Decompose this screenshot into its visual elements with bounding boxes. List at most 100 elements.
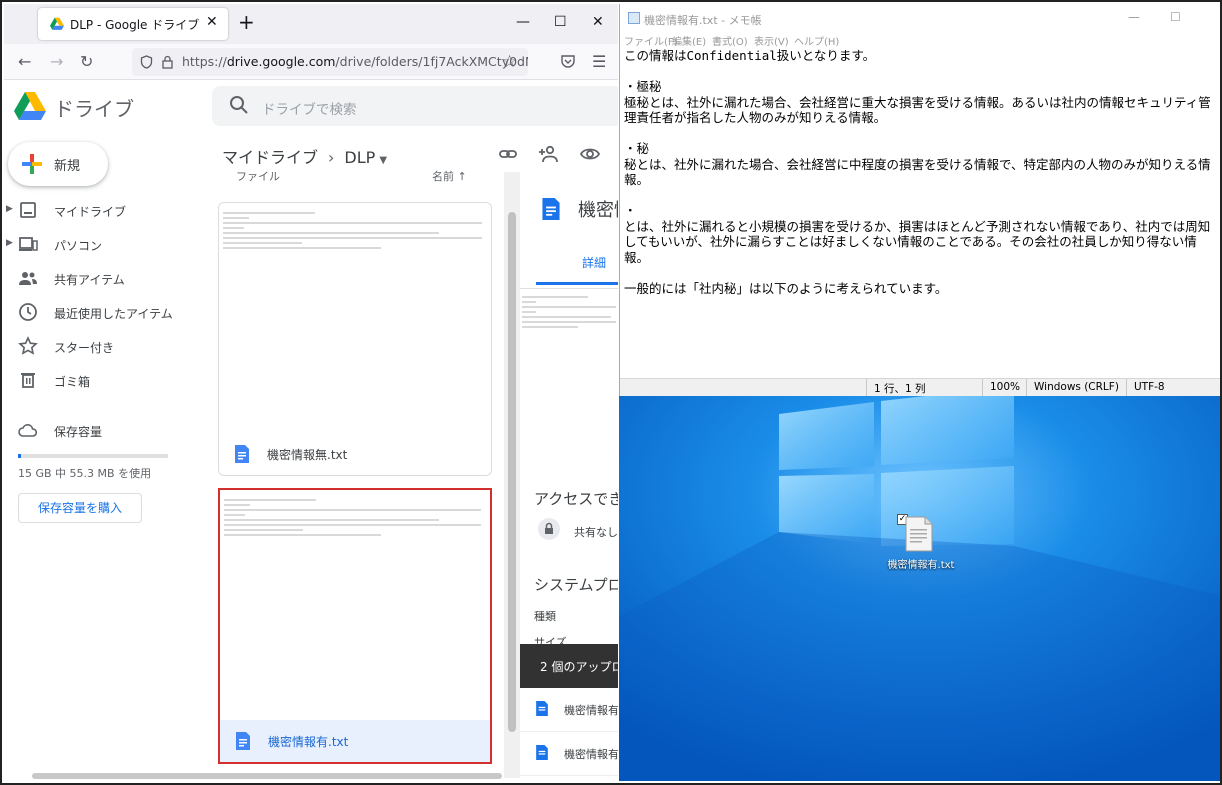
- new-tab-icon[interactable]: +: [238, 12, 255, 32]
- file-name: 機密情報有.txt: [268, 735, 349, 749]
- shared-icon: [19, 272, 37, 285]
- eye-icon[interactable]: [580, 145, 600, 163]
- status-cursor-position: 1 行、1 列: [874, 383, 926, 395]
- text-file-icon: [542, 198, 560, 220]
- tab-title: DLP - Google ドライブ: [70, 18, 200, 32]
- sidebar-item-label: 保存容量: [54, 425, 103, 439]
- reload-icon[interactable]: ↻: [80, 52, 93, 71]
- text-file-icon: [905, 516, 933, 552]
- menu-edit[interactable]: 編集(E): [672, 33, 706, 48]
- back-icon[interactable]: ←: [18, 52, 31, 71]
- sidebar-item-starred[interactable]: スター付き: [4, 330, 204, 362]
- text-file-icon: [236, 732, 250, 750]
- lock-icon[interactable]: [162, 55, 173, 69]
- sidebar-item-trash[interactable]: ゴミ箱: [4, 364, 204, 396]
- drive-app-name: ドライブ: [54, 97, 134, 121]
- file-thumbnail: [220, 490, 490, 545]
- sidebar-item-label: 最近使用したアイテム: [54, 307, 173, 321]
- upload-item[interactable]: 機密情報有: [520, 688, 618, 732]
- tab-underline: [536, 282, 618, 285]
- screen: DLP - Google ドライブ ✕ + — ☐ ✕ ← → ↻ https:…: [0, 0, 1222, 785]
- sidebar-item-recent[interactable]: 最近使用したアイテム: [4, 296, 204, 328]
- buy-storage-button[interactable]: 保存容量を購入: [18, 493, 142, 523]
- expand-arrow-icon[interactable]: ▶: [6, 238, 13, 248]
- status-encoding: UTF-8: [1134, 381, 1165, 393]
- breadcrumb: マイドライブ › DLP ▼: [222, 144, 387, 168]
- computer-icon: [19, 237, 38, 251]
- maximize-icon[interactable]: ☐: [554, 14, 567, 30]
- lock-icon: [538, 518, 560, 540]
- clock-icon: [19, 303, 37, 321]
- notepad-menu-bar: ファイル(F) 編集(E) 書式(O) 表示(V) ヘルプ(H): [620, 32, 1220, 48]
- address-bar[interactable]: https://drive.google.com/drive/folders/1…: [132, 48, 528, 76]
- minimize-icon[interactable]: —: [1128, 10, 1140, 24]
- grid-header-files: ファイル: [236, 170, 280, 183]
- file-card[interactable]: 機密情報無.txt: [218, 202, 492, 476]
- close-window-icon[interactable]: ✕: [592, 14, 604, 30]
- text-file-icon: [235, 445, 249, 463]
- type-label: 種類: [534, 610, 556, 623]
- notepad-status-bar: 1 行、1 列 100% Windows (CRLF) UTF-8: [620, 378, 1220, 396]
- link-icon[interactable]: [498, 145, 518, 163]
- pocket-icon[interactable]: [561, 55, 575, 68]
- system-properties-heading: システムプロ: [534, 576, 618, 594]
- scrollbar-thumb[interactable]: [508, 212, 516, 732]
- navigation-bar: ← → ↻ https://drive.google.com/drive/fol…: [4, 44, 618, 80]
- sidebar-item-label: スター付き: [54, 341, 115, 355]
- menu-view[interactable]: 表示(V): [754, 33, 789, 48]
- maximize-icon[interactable]: ☐: [1170, 10, 1181, 24]
- tab-close-icon[interactable]: ✕: [206, 14, 218, 30]
- grid-header-name-sort[interactable]: 名前 ↑: [432, 168, 467, 184]
- storage-quota-fill: [18, 454, 21, 458]
- breadcrumb-my-drive[interactable]: マイドライブ: [222, 148, 318, 167]
- sidebar-item-label: マイドライブ: [54, 205, 127, 219]
- new-button[interactable]: 新規: [8, 142, 108, 186]
- file-card-footer: 機密情報有.txt: [220, 720, 490, 762]
- menu-file[interactable]: ファイル(F): [624, 33, 678, 48]
- text-file-icon: [536, 701, 548, 716]
- dropdown-arrow-icon[interactable]: ▼: [379, 155, 387, 166]
- storage-quota-text: 15 GB 中 55.3 MB を使用: [18, 467, 152, 480]
- sidebar-item-storage[interactable]: 保存容量: [4, 414, 204, 446]
- url-text: https://drive.google.com/drive/folders/1…: [182, 54, 528, 69]
- menu-icon[interactable]: ☰: [592, 52, 606, 71]
- sidebar-item-computers[interactable]: ▶ パソコン: [4, 228, 204, 260]
- tab-bar: DLP - Google ドライブ ✕ + — ☐ ✕: [4, 4, 618, 44]
- forward-icon[interactable]: →: [50, 52, 63, 71]
- desktop-file-label: 機密情報有.txt: [887, 560, 955, 571]
- breadcrumb-current-folder[interactable]: DLP: [344, 148, 375, 167]
- sidebar-item-label: ゴミ箱: [54, 375, 91, 389]
- tab-details[interactable]: 詳細: [582, 254, 606, 271]
- drive-logo-icon: [14, 92, 46, 120]
- minimize-icon[interactable]: —: [516, 14, 530, 30]
- add-person-icon[interactable]: [538, 145, 558, 163]
- sidebar-item-shared[interactable]: 共有アイテム: [4, 262, 204, 294]
- expand-arrow-icon[interactable]: ▶: [6, 204, 13, 214]
- shield-icon[interactable]: [140, 55, 153, 69]
- sidebar-item-my-drive[interactable]: ▶ マイドライブ: [4, 194, 204, 226]
- menu-help[interactable]: ヘルプ(H): [794, 33, 839, 48]
- search-icon[interactable]: [228, 94, 250, 116]
- windows-wallpaper: [619, 396, 1220, 781]
- file-card-footer: 機密情報無.txt: [219, 433, 491, 475]
- drive-search-input[interactable]: ドライブで検索: [212, 86, 618, 126]
- star-icon: [18, 336, 38, 355]
- bookmark-star-icon[interactable]: ☆: [502, 52, 517, 72]
- notepad-title-bar: 機密情報有.txt - メモ帳 — ☐: [620, 4, 1220, 32]
- file-grid-scrollbar[interactable]: [504, 172, 520, 778]
- horizontal-scrollbar[interactable]: [32, 773, 502, 779]
- file-name: 機密情報無.txt: [267, 448, 348, 462]
- access-heading: アクセスでき: [534, 490, 618, 508]
- desktop: ✓ 機密情報有.txt: [619, 396, 1220, 781]
- status-zoom: 100%: [990, 381, 1021, 393]
- new-button-label: 新規: [54, 159, 81, 174]
- browser-tab[interactable]: DLP - Google ドライブ ✕: [38, 8, 228, 40]
- upload-toast: 2 個のアップロ: [520, 644, 618, 688]
- file-thumbnail: [219, 203, 491, 258]
- file-card-selected[interactable]: 機密情報有.txt: [218, 488, 492, 764]
- menu-format[interactable]: 書式(O): [712, 33, 748, 48]
- upload-item[interactable]: 機密情報有: [520, 732, 618, 776]
- browser-window: DLP - Google ドライブ ✕ + — ☐ ✕ ← → ↻ https:…: [4, 4, 618, 781]
- notepad-text-area[interactable]: この情報はConfidential扱いとなります。 ・極秘 極秘とは、社外に漏れ…: [624, 48, 1220, 378]
- notepad-title: 機密情報有.txt - メモ帳: [644, 14, 762, 27]
